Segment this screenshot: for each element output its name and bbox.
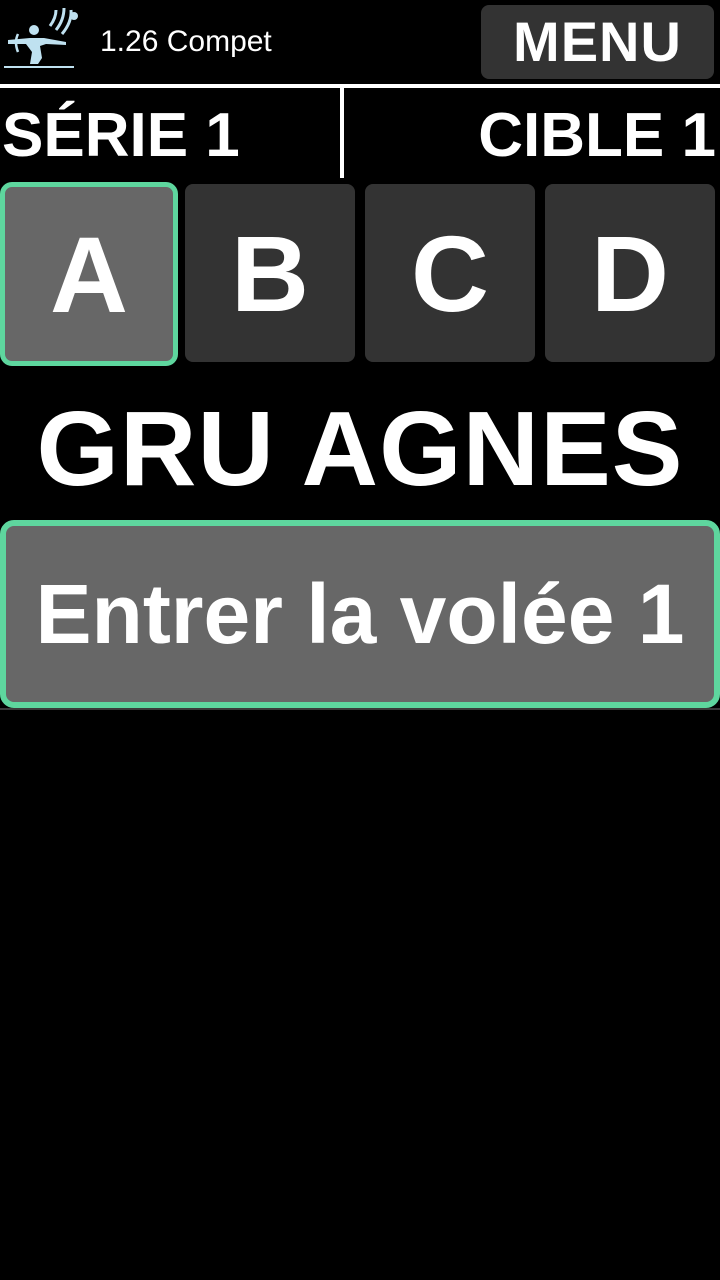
app-screen: 1.26 Compet MENU SÉRIE 1 CIBLE 1 A B C D…: [0, 0, 720, 1280]
archer-tabs: A B C D: [0, 182, 720, 366]
enter-volley-button[interactable]: Entrer la volée 1: [0, 520, 720, 708]
tab-archer-c[interactable]: C: [365, 184, 535, 362]
menu-button[interactable]: MENU: [481, 5, 714, 79]
vertical-divider: [340, 88, 344, 178]
tab-archer-a[interactable]: A: [0, 182, 178, 366]
series-target-row: SÉRIE 1 CIBLE 1: [0, 88, 720, 180]
archer-logo-icon: [4, 8, 78, 68]
target-label: CIBLE 1: [478, 101, 716, 170]
header: 1.26 Compet MENU: [0, 0, 720, 84]
app-title: 1.26 Compet: [100, 25, 272, 58]
archer-name: GRU AGNES: [36, 390, 684, 508]
tab-archer-d[interactable]: D: [545, 184, 715, 362]
tab-archer-b[interactable]: B: [185, 184, 355, 362]
series-label: SÉRIE 1: [2, 101, 240, 170]
content-divider: [0, 708, 720, 710]
